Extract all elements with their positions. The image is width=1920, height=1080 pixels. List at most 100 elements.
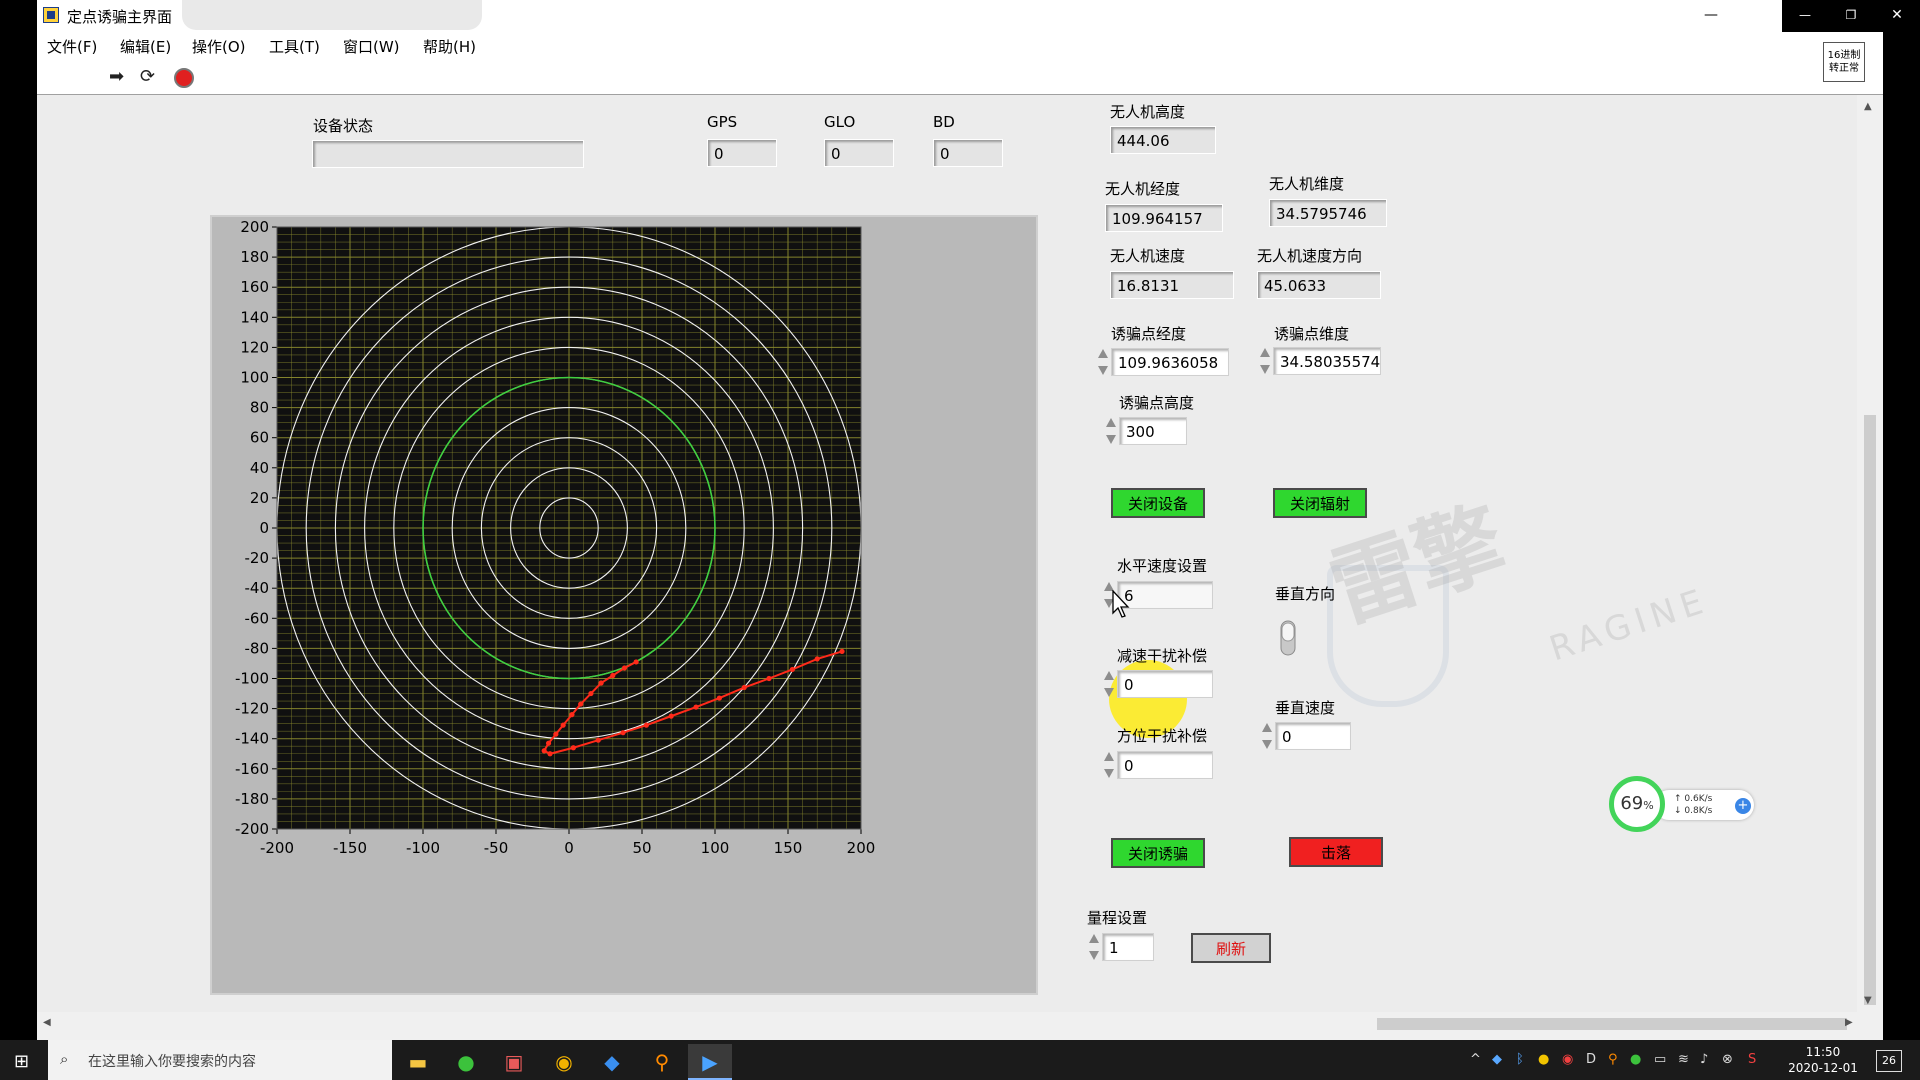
volume-icon[interactable]: ♪ — [1700, 1052, 1708, 1067]
context-help-box[interactable]: 16进制 转正常 — [1823, 42, 1865, 82]
taskbar-clock[interactable]: 11:50 2020-12-01 — [1788, 1044, 1858, 1076]
tray-wechat-icon[interactable]: ● — [1630, 1052, 1641, 1067]
y-tick-label: -40 — [245, 579, 270, 597]
taskbar-search[interactable]: ⌕ 在这里输入你要搜索的内容 — [48, 1040, 392, 1080]
tray-icon-6[interactable]: ⚲ — [1608, 1052, 1618, 1067]
y-tick-label: -160 — [235, 760, 269, 778]
outer-close-button[interactable]: ✕ — [1874, 0, 1920, 32]
vertical-speed-spinner[interactable] — [1261, 722, 1273, 750]
battery-icon[interactable]: ▭ — [1654, 1052, 1666, 1067]
x-tick-label: 0 — [564, 839, 574, 857]
decel-compensation-spinner[interactable] — [1103, 670, 1115, 698]
vertical-scroll-thumb[interactable] — [1864, 415, 1876, 1005]
refresh-button[interactable]: 刷新 — [1191, 933, 1271, 963]
tray-icon-10[interactable]: ⊗ — [1722, 1052, 1733, 1067]
tray-icon-3[interactable]: ● — [1538, 1052, 1549, 1067]
x-tick-label: 50 — [632, 839, 651, 857]
menu-file[interactable]: 文件(F) — [47, 36, 97, 57]
track-point — [541, 748, 547, 754]
search-app-icon[interactable]: ⚲ — [640, 1044, 684, 1080]
y-tick-label: 120 — [240, 338, 269, 356]
clock-date: 2020-12-01 — [1788, 1061, 1858, 1075]
xy-graph-frame: -200 -150 -100 -50 0 50 100 150 200 200 180 160 140 1… — [210, 215, 1038, 995]
track-point — [741, 684, 747, 691]
menu-edit[interactable]: 编辑(E) — [120, 36, 171, 57]
x-tick-label: -50 — [484, 839, 509, 857]
decoy-longitude-input[interactable]: 109.9636058 — [1111, 348, 1229, 376]
decoy-latitude-input[interactable]: 34.58035574 — [1273, 347, 1381, 375]
windows-start-icon[interactable]: ⊞ — [14, 1051, 29, 1072]
memory-usage-circle: 69% — [1609, 776, 1665, 832]
azimuth-compensation-spinner[interactable] — [1103, 751, 1115, 779]
scroll-right-arrow-icon[interactable]: ▶ — [1845, 1017, 1853, 1028]
scroll-left-arrow-icon[interactable]: ◀ — [43, 1017, 51, 1028]
run-continuous-icon[interactable]: ⟳ — [140, 68, 155, 86]
horizontal-scrollbar[interactable]: ◀ ▶ — [37, 1013, 1883, 1035]
y-tick-label: 20 — [250, 489, 269, 507]
uav-latitude-label: 无人机维度 — [1269, 175, 1345, 193]
vertical-speed-label: 垂直速度 — [1275, 699, 1336, 717]
close-device-button[interactable]: 关闭设备 — [1111, 488, 1205, 518]
mouse-pointer-icon — [1112, 590, 1130, 618]
redacted-title-area — [182, 0, 482, 30]
close-decoy-button[interactable]: 关闭诱骗 — [1111, 838, 1205, 868]
azimuth-compensation-label: 方位干扰补偿 — [1117, 727, 1208, 745]
vertical-direction-toggle-switch[interactable] — [1273, 613, 1303, 663]
decoy-latitude-spinner[interactable] — [1259, 347, 1271, 375]
sogou-ime-icon[interactable]: S — [1748, 1052, 1756, 1067]
menu-tools[interactable]: 工具(T) — [269, 36, 320, 57]
range-setting-spinner[interactable] — [1088, 933, 1100, 961]
tray-icon-4[interactable]: ◉ — [1562, 1052, 1573, 1067]
network-speed-widget[interactable]: ↑ 0.6K/s ↓ 0.8K/s 69% + — [1609, 776, 1759, 838]
abort-stop-icon[interactable] — [174, 68, 194, 88]
decel-compensation-input[interactable]: 0 — [1117, 670, 1213, 698]
shoot-down-button[interactable]: 击落 — [1289, 837, 1383, 867]
close-radiation-button[interactable]: 关闭辐射 — [1273, 488, 1367, 518]
tray-icon-1[interactable]: ◆ — [1492, 1052, 1502, 1067]
vertical-speed-input[interactable]: 0 — [1275, 722, 1351, 750]
app-icon-5[interactable]: ◆ — [590, 1044, 634, 1080]
uav-altitude-indicator: 444.06 — [1110, 126, 1216, 154]
wifi-icon[interactable]: ≋ — [1678, 1052, 1689, 1067]
track-point — [643, 722, 649, 728]
decoy-altitude-spinner[interactable] — [1105, 417, 1117, 445]
menu-operate[interactable]: 操作(O) — [192, 36, 246, 57]
bd-label: BD — [933, 113, 955, 131]
labview-taskbar-icon[interactable]: ▶ — [688, 1044, 732, 1080]
wechat-icon[interactable]: ● — [444, 1044, 488, 1080]
clock-time: 11:50 — [1805, 1045, 1841, 1059]
minimize-button[interactable]: — — [1688, 0, 1734, 32]
run-arrow-icon[interactable]: ➡ — [109, 68, 124, 86]
y-tick-label: 180 — [240, 248, 269, 266]
taskbar-search-placeholder: 在这里输入你要搜索的内容 — [88, 1054, 256, 1070]
azimuth-compensation-input[interactable]: 0 — [1117, 751, 1213, 779]
app-icon-3[interactable]: ▣ — [492, 1044, 536, 1080]
bluetooth-icon[interactable]: ᛒ — [1516, 1052, 1524, 1067]
outer-restore-button[interactable]: ❐ — [1828, 0, 1874, 32]
title-bar: 定点诱骗主界面 — — [37, 0, 1883, 32]
y-tick-label: 140 — [240, 308, 269, 326]
toolbar: ➡ ⟳ — [37, 58, 1883, 95]
y-tick-label: 200 — [240, 218, 269, 236]
boost-plus-icon[interactable]: + — [1735, 798, 1751, 814]
menu-help[interactable]: 帮助(H) — [423, 36, 476, 57]
track-point — [578, 701, 584, 707]
scroll-down-arrow-icon[interactable]: ▼ — [1864, 995, 1872, 1006]
device-status-indicator — [312, 140, 584, 168]
range-setting-input[interactable]: 1 — [1102, 933, 1154, 961]
tray-icon-5[interactable]: D — [1586, 1052, 1596, 1067]
x-tick-label: 200 — [847, 839, 876, 857]
file-explorer-icon[interactable]: ▬ — [396, 1044, 440, 1080]
decoy-altitude-input[interactable]: 300 — [1119, 417, 1187, 445]
track-point — [545, 740, 552, 746]
decoy-longitude-spinner[interactable] — [1097, 348, 1109, 376]
tray-expand-icon[interactable]: ^ — [1470, 1052, 1481, 1067]
outer-minimize-button[interactable]: — — [1782, 0, 1828, 32]
notification-center-icon[interactable]: 26 — [1876, 1050, 1902, 1072]
horizontal-scroll-thumb[interactable] — [1377, 1018, 1847, 1030]
scroll-up-arrow-icon[interactable]: ▲ — [1864, 101, 1872, 112]
gps-indicator: 0 — [707, 139, 777, 167]
menu-window[interactable]: 窗口(W) — [343, 36, 400, 57]
vertical-scrollbar[interactable]: ▲ ▼ — [1860, 95, 1880, 1012]
chrome-icon[interactable]: ◉ — [542, 1044, 586, 1080]
